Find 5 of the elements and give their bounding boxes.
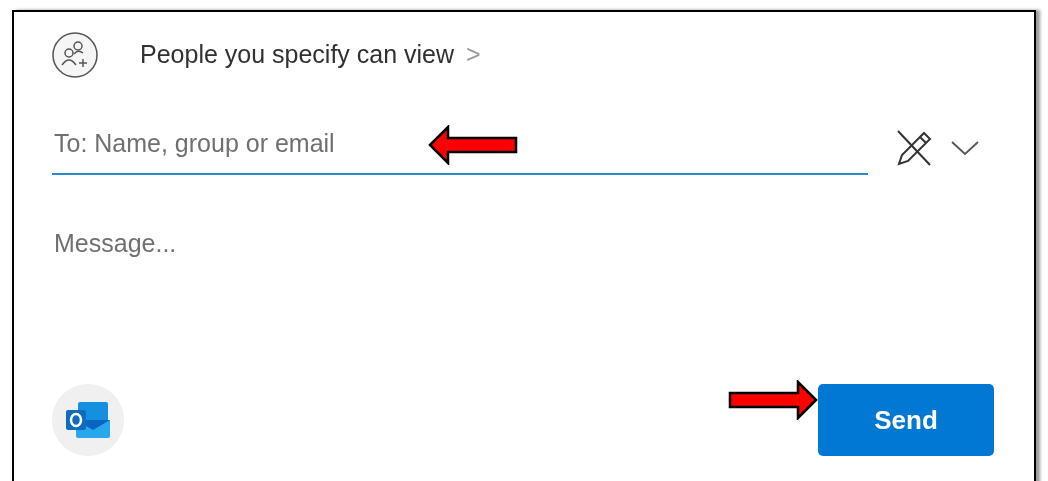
- share-settings-link[interactable]: People you specify can view >: [52, 30, 481, 80]
- edit-permission-icon[interactable]: [894, 129, 934, 167]
- send-button[interactable]: Send: [818, 384, 994, 456]
- people-icon: [52, 32, 98, 78]
- chevron-down-icon[interactable]: [950, 139, 980, 157]
